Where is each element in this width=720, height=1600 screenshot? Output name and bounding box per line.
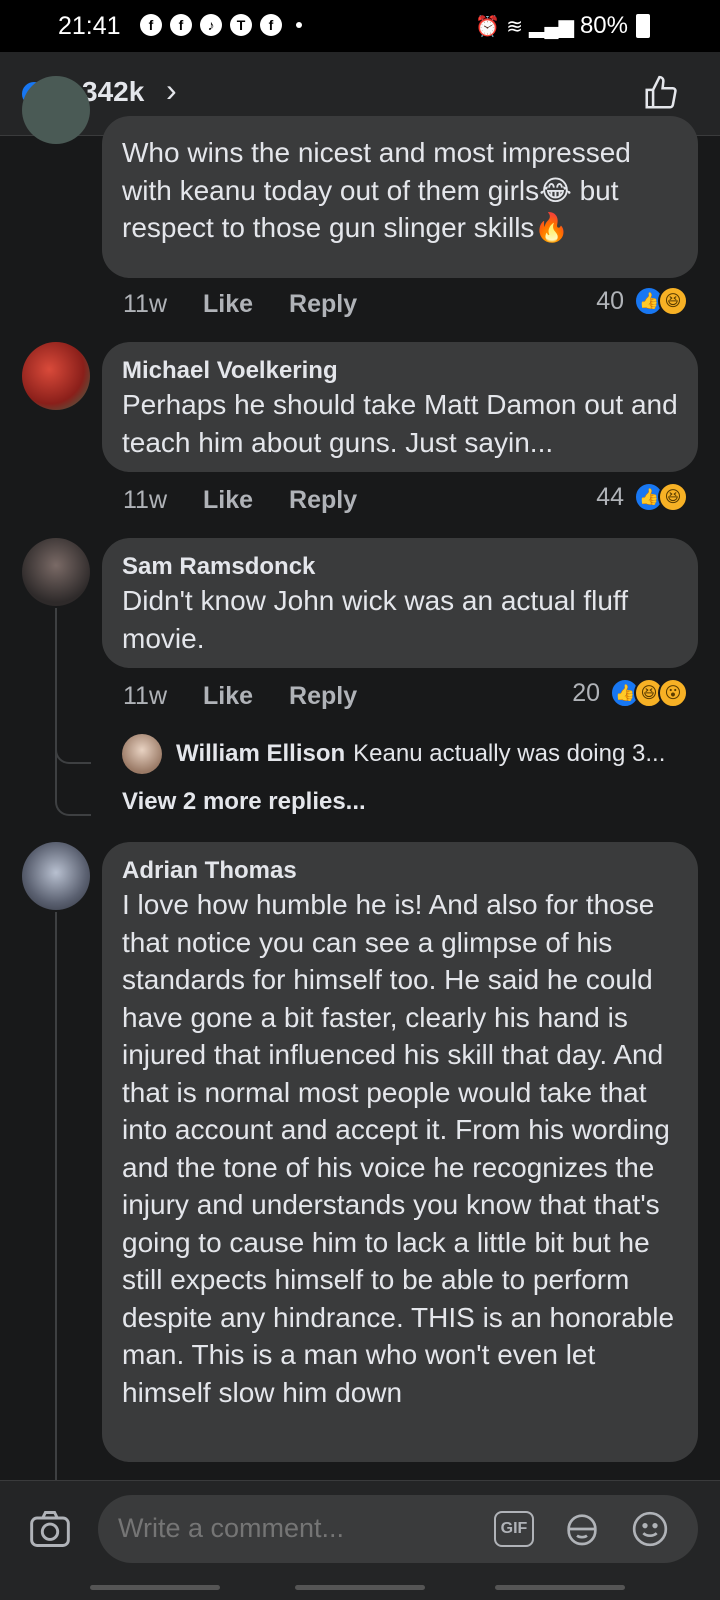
comment-composer[interactable]: GIF <box>98 1495 698 1563</box>
reply-author[interactable]: William Ellison <box>176 740 345 768</box>
reaction-count: 44 <box>596 482 624 511</box>
reply-preview[interactable]: William Ellison Keanu actually was doing… <box>122 734 665 774</box>
system-nav-indicator <box>0 1585 720 1593</box>
comment-text: Who wins the nicest and most impressed w… <box>122 137 631 243</box>
comment-actions: 11w Like Reply <box>123 486 357 515</box>
thread-branch <box>55 744 91 764</box>
teams-icon: T <box>230 14 252 36</box>
emoji-icon[interactable] <box>630 1509 670 1549</box>
wifi-icon: ≋ <box>506 15 524 38</box>
thumbs-up-icon[interactable] <box>642 74 680 112</box>
comment-reactions[interactable]: 44 👍 😆 <box>596 482 688 512</box>
comment-bubble[interactable]: Who wins the nicest and most impressed w… <box>102 116 698 278</box>
status-right: ⏰ ≋ ▂▄▆ 80% <box>475 12 650 40</box>
avatar[interactable] <box>22 842 90 910</box>
comment-reactions[interactable]: 20 👍 😆 😮 <box>572 678 688 708</box>
status-time: 21:41 <box>58 12 121 40</box>
gif-button[interactable]: GIF <box>494 1511 534 1547</box>
comment-bubble[interactable]: Michael Voelkering Perhaps he should tak… <box>102 342 698 472</box>
more-notifications-icon <box>296 22 302 28</box>
nav-segment <box>295 1585 425 1590</box>
comment-author[interactable]: Sam Ramsdonck <box>122 552 678 582</box>
nav-segment <box>90 1585 220 1590</box>
reply-text: Keanu actually was doing 3... <box>353 740 666 767</box>
facebook-icon: f <box>260 14 282 36</box>
comment-text: Perhaps he should take Matt Damon out an… <box>122 389 678 458</box>
comment-actions: 11w Like Reply <box>123 682 357 711</box>
notification-icons: f f ♪ T f <box>140 14 302 36</box>
status-bar: 21:41 f f ♪ T f ⏰ ≋ ▂▄▆ 80% <box>0 0 720 52</box>
battery-percent: 80% <box>579 12 628 39</box>
comment-composer-bar: GIF <box>0 1480 720 1600</box>
camera-icon[interactable] <box>28 1507 72 1551</box>
avatar[interactable] <box>122 734 162 774</box>
haha-reaction-icon: 😆 <box>658 482 688 512</box>
like-button[interactable]: Like <box>203 486 253 515</box>
reply-button[interactable]: Reply <box>289 486 357 515</box>
facebook-icon: f <box>170 14 192 36</box>
view-more-replies[interactable]: View 2 more replies... <box>122 788 366 816</box>
like-button[interactable]: Like <box>203 290 253 319</box>
thread-branch <box>55 796 91 816</box>
avatar[interactable] <box>22 76 90 144</box>
wow-reaction-icon: 😮 <box>658 678 688 708</box>
tiktok-icon: ♪ <box>200 14 222 36</box>
comment-input[interactable] <box>118 1513 478 1544</box>
reply-button[interactable]: Reply <box>289 682 357 711</box>
comment-time[interactable]: 11w <box>123 486 167 515</box>
comment-bubble[interactable]: Sam Ramsdonck Didn't know John wick was … <box>102 538 698 668</box>
haha-reaction-icon: 😆 <box>658 286 688 316</box>
reply-button[interactable]: Reply <box>289 290 357 319</box>
comment-author[interactable]: Michael Voelkering <box>122 356 678 386</box>
comment-bubble[interactable]: Adrian Thomas I love how humble he is! A… <box>102 842 698 1462</box>
chevron-right-icon[interactable]: › <box>166 72 177 109</box>
battery-icon <box>636 14 650 38</box>
comment-author[interactable]: Adrian Thomas <box>122 856 678 886</box>
facebook-icon: f <box>140 14 162 36</box>
thread-line <box>55 912 57 1480</box>
comment-reactions[interactable]: 40 👍 😆 <box>596 286 688 316</box>
reaction-count: 20 <box>572 678 600 707</box>
avatar[interactable] <box>22 538 90 606</box>
comment-text: Didn't know John wick was an actual fluf… <box>122 585 628 654</box>
sticker-icon[interactable] <box>562 1509 602 1549</box>
alarm-icon: ⏰ <box>475 15 501 38</box>
comment-text: I love how humble he is! And also for th… <box>122 889 675 1408</box>
nav-segment <box>495 1585 625 1590</box>
reaction-count[interactable]: 342k <box>82 76 144 108</box>
reaction-count: 40 <box>596 286 624 315</box>
comment-actions: 11w Like Reply <box>123 290 357 319</box>
avatar[interactable] <box>22 342 90 410</box>
thread-line <box>55 608 57 798</box>
comment-time[interactable]: 11w <box>123 290 167 319</box>
signal-icon: ▂▄▆ <box>529 15 574 38</box>
like-button[interactable]: Like <box>203 682 253 711</box>
comment-time[interactable]: 11w <box>123 682 167 711</box>
